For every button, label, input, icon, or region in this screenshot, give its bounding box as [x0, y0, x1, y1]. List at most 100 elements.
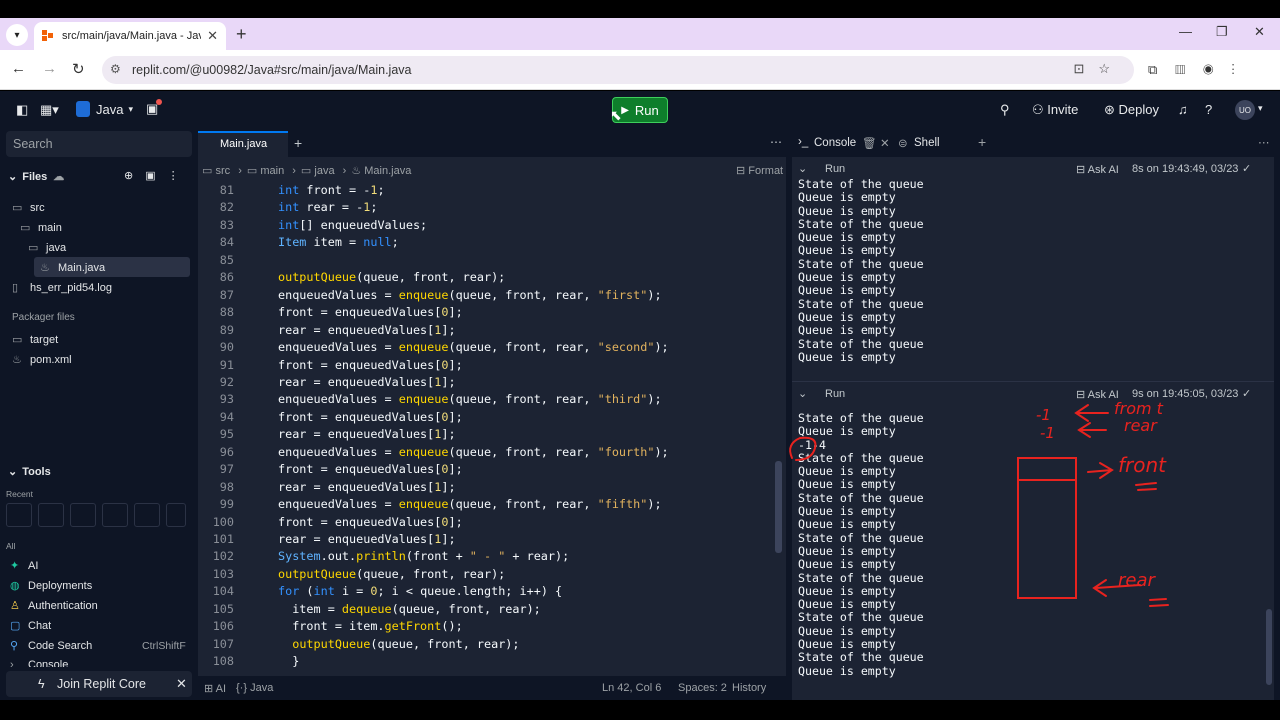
close-tab-icon[interactable]: ✕ [207, 28, 218, 44]
packager-item-pom[interactable]: ♨ pom.xml [12, 353, 72, 366]
code-line[interactable]: item = dequeue(queue, front, rear); [278, 602, 541, 616]
code-line[interactable]: front = enqueuedValues[0]; [278, 462, 463, 476]
code-line[interactable]: outputQueue(queue, front, rear); [278, 270, 505, 284]
join-replit-core-button[interactable]: ϟ Join Replit Core ✕ [6, 671, 192, 697]
tree-item-src[interactable]: ▭ src [12, 201, 45, 214]
ask-ai-button[interactable]: ⊟ Ask AI [1076, 163, 1119, 176]
language-status[interactable]: {·} Java [236, 682, 273, 694]
forward-icon[interactable]: → [42, 60, 57, 77]
tool-authentication[interactable]: ♙ Authentication [10, 599, 98, 612]
tab-shell[interactable]: Shell [914, 137, 940, 149]
code-line[interactable]: front = enqueuedValues[0]; [278, 358, 463, 372]
more-options-icon[interactable]: ⋯ [770, 135, 782, 149]
maximize-icon[interactable]: ❐ [1216, 24, 1228, 40]
close-window-icon[interactable]: ✕ [1254, 24, 1265, 40]
code-line[interactable]: enqueuedValues = enqueue(queue, front, r… [278, 340, 669, 354]
indent-setting[interactable]: Spaces: 2 [678, 682, 727, 694]
tools-header[interactable]: ⌄ Tools [8, 465, 51, 478]
tool-console[interactable]: › Console [10, 659, 68, 667]
code-line[interactable]: front = enqueuedValues[0]; [278, 305, 463, 319]
ask-ai-button[interactable]: ⊟ Ask AI [1076, 388, 1119, 401]
code-line[interactable]: enqueuedValues = enqueue(queue, front, r… [278, 445, 669, 459]
search-icon[interactable]: ⚲ [1000, 102, 1010, 118]
project-name-button[interactable]: Java ▾ [76, 101, 133, 117]
recent-tool-slot[interactable] [134, 503, 160, 527]
new-tab-icon[interactable]: + [294, 135, 302, 151]
site-info-icon[interactable]: ⚙ [110, 62, 121, 76]
help-icon[interactable]: ? [1205, 102, 1212, 117]
recent-tool-slot[interactable] [6, 503, 32, 527]
code-line[interactable]: rear = enqueuedValues[1]; [278, 323, 456, 337]
code-line[interactable]: enqueuedValues = enqueue(queue, front, r… [278, 497, 662, 511]
toggle-sidebar-icon[interactable]: ◧ [16, 102, 28, 118]
more-options-icon[interactable]: ⋯ [1258, 135, 1270, 149]
tree-item-main[interactable]: ▭ main [20, 221, 62, 234]
crumb[interactable]: java [314, 165, 334, 177]
code-line[interactable]: front = enqueuedValues[0]; [278, 410, 463, 424]
code-line[interactable]: rear = enqueuedValues[1]; [278, 427, 456, 441]
tab-console[interactable]: Console [814, 137, 856, 149]
bell-icon[interactable]: ♫ [1178, 102, 1188, 117]
code-line[interactable]: enqueuedValues = enqueue(queue, front, r… [278, 288, 662, 302]
crumb[interactable]: src [215, 165, 230, 177]
code-line[interactable]: for (int i = 0; i < queue.length; i++) { [278, 584, 562, 598]
code-line[interactable]: System.out.println(front + " - " + rear)… [278, 549, 569, 563]
new-tab-icon[interactable]: + [236, 24, 247, 45]
account-chevron-icon[interactable]: ▾ [1258, 103, 1263, 114]
packager-item-target[interactable]: ▭ target [12, 333, 58, 346]
code-line[interactable]: enqueuedValues = enqueue(queue, front, r… [278, 392, 662, 406]
reload-icon[interactable]: ↻ [72, 60, 85, 78]
recent-tool-slot[interactable] [38, 503, 64, 527]
recent-tool-slot[interactable] [102, 503, 128, 527]
code-line[interactable]: int rear = -1; [278, 200, 377, 214]
close-icon[interactable]: ✕ [176, 676, 187, 692]
address-bar-actions[interactable]: ⊡☆ [1073, 61, 1124, 77]
tab-main-java[interactable]: Main.java [198, 131, 288, 157]
crumb[interactable]: main [260, 165, 284, 177]
recent-tool-slot[interactable] [166, 503, 186, 527]
file-actions-icons[interactable]: ⊕▣⋮ [124, 169, 191, 182]
minimize-icon[interactable]: — [1179, 24, 1192, 39]
address-bar[interactable]: ⚙ replit.com/@u00982/Java#src/main/java/… [102, 56, 1134, 84]
browser-tab[interactable]: src/main/java/Main.java - Java ✕ [34, 22, 226, 50]
back-icon[interactable]: ← [11, 60, 26, 77]
code-area[interactable]: 81 int front = -1; 82 int rear = -1; 83 int[]… [198, 181, 773, 675]
invite-button[interactable]: ⚇ Invite [1032, 102, 1078, 118]
code-line[interactable]: rear = enqueuedValues[1]; [278, 480, 456, 494]
crumb[interactable]: Main.java [364, 165, 411, 177]
code-line[interactable]: } [278, 654, 299, 668]
run-header-2[interactable]: ⌄ Run ⊟ Ask AI 9s on 19:45:05, 03/23 ✓ [792, 383, 1274, 405]
extension-icons[interactable]: ⧉▥◉⋮ [1148, 62, 1253, 78]
format-button[interactable]: ⊟ Format [736, 164, 783, 177]
tool-chat[interactable]: ▢ Chat [10, 619, 51, 632]
trash-icon[interactable]: 🗑 [862, 136, 877, 150]
cursor-position[interactable]: Ln 42, Col 6 [602, 682, 661, 694]
tree-item-java[interactable]: ▭ java [28, 241, 66, 254]
console-scrollbar[interactable] [1266, 609, 1272, 685]
code-line[interactable]: outputQueue(queue, front, rear); [278, 637, 519, 651]
close-tab-icon[interactable]: ✕ [880, 136, 890, 150]
sidebar-search-input[interactable]: Search [6, 131, 192, 157]
tree-item-log[interactable]: ▯ hs_err_pid54.log [12, 281, 112, 294]
code-line[interactable]: int front = -1; [278, 183, 385, 197]
code-line[interactable]: front = item.getFront(); [278, 619, 462, 633]
code-line[interactable]: outputQueue(queue, front, rear); [278, 567, 505, 581]
tool-code-search[interactable]: ⚲ Code Search [10, 639, 92, 652]
layout-menu-icon[interactable]: ▦▾ [40, 102, 59, 118]
deploy-button[interactable]: ⊛ Deploy [1104, 102, 1159, 118]
editor-scrollbar[interactable] [775, 461, 782, 553]
code-line[interactable]: Item item = null; [278, 235, 399, 249]
files-header[interactable]: ⌄ Files ☁ [8, 170, 64, 183]
code-line[interactable]: rear = enqueuedValues[1]; [278, 375, 456, 389]
recent-tool-slot[interactable] [70, 503, 96, 527]
avatar[interactable]: UO [1235, 100, 1255, 120]
new-tab-icon[interactable]: + [978, 134, 986, 150]
code-line[interactable]: front = enqueuedValues[0]; [278, 515, 463, 529]
code-line[interactable]: rear = enqueuedValues[1]; [278, 532, 456, 546]
collapse-chevron-icon[interactable]: ⌄ [798, 387, 807, 400]
ai-status[interactable]: ⊞ AI [204, 682, 226, 695]
collapse-chevron-icon[interactable]: ⌄ [798, 162, 807, 175]
history-button[interactable]: History [732, 682, 766, 694]
tool-deployments[interactable]: ◍ Deployments [10, 579, 92, 592]
tree-item-main-java-label[interactable]: ♨ Main.java [40, 261, 105, 274]
